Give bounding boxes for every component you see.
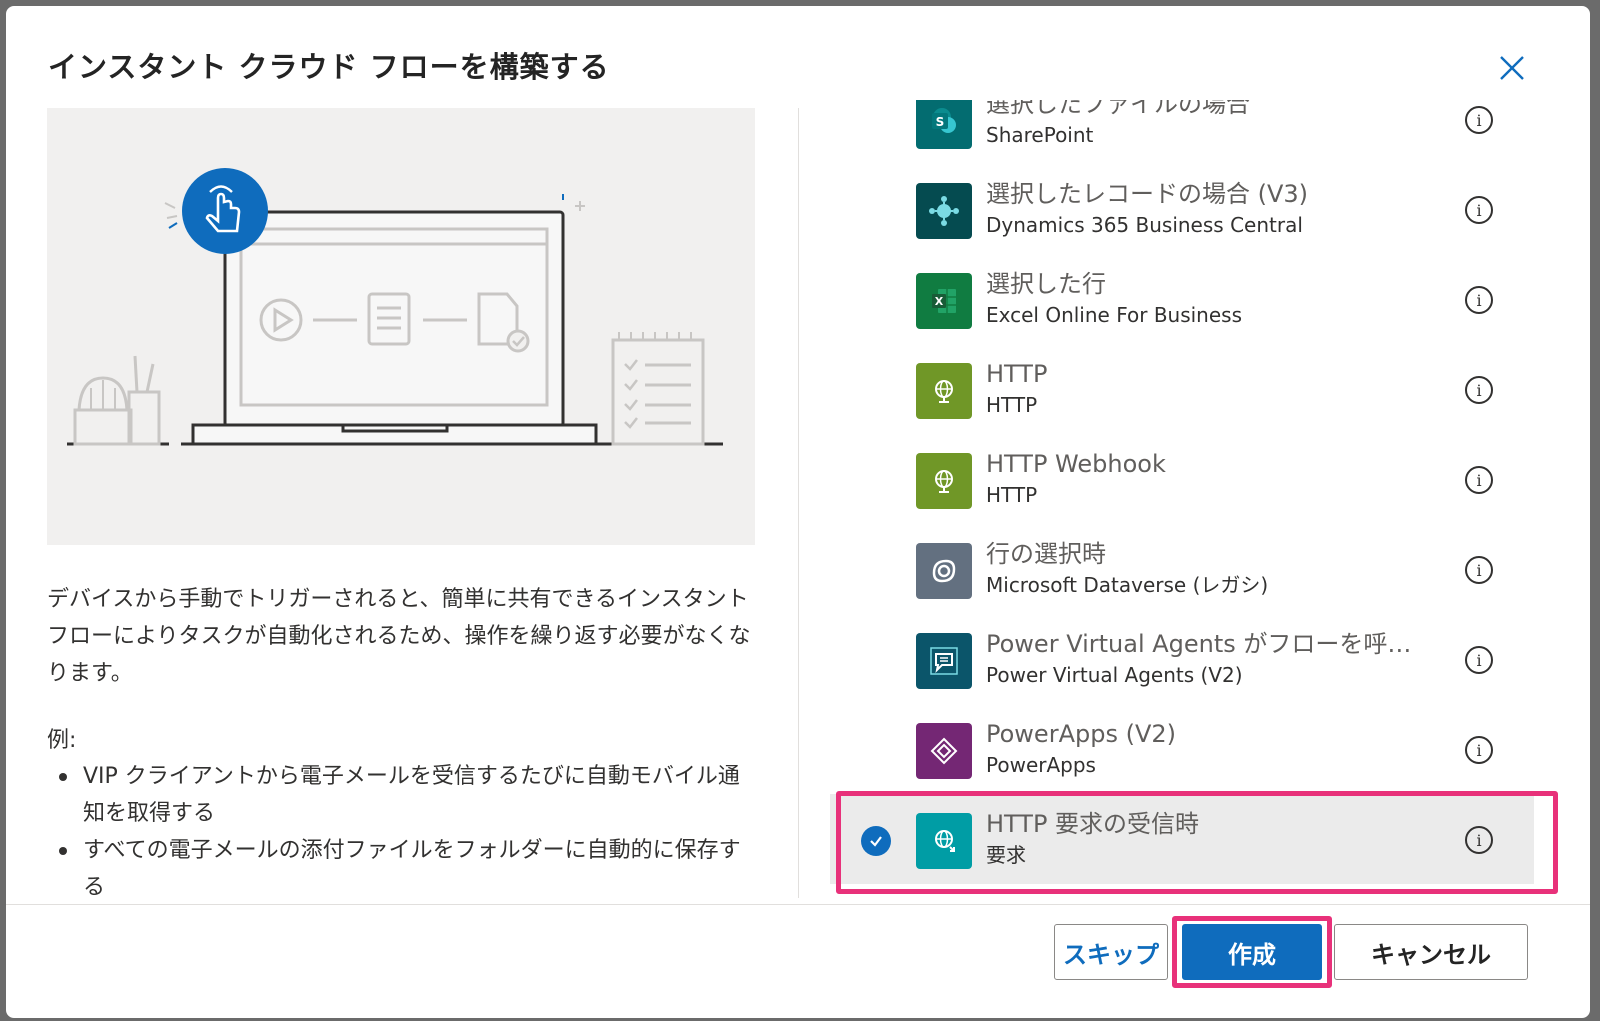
- trigger-option-sharepoint[interactable]: S 選択したファイルの場合 SharePoint i: [830, 100, 1534, 164]
- info-icon[interactable]: i: [1465, 556, 1493, 584]
- skip-button[interactable]: スキップ: [1054, 924, 1168, 980]
- trigger-name: HTTP: [986, 360, 1048, 388]
- trigger-list[interactable]: S 選択したファイルの場合 SharePoint i 選択したレコードの場合 (…: [814, 100, 1584, 900]
- trigger-name: 選択したファイルの場合: [986, 100, 1250, 118]
- info-icon[interactable]: i: [1465, 286, 1493, 314]
- laptop-illustration: [47, 108, 755, 545]
- request-icon: [916, 813, 972, 869]
- trigger-name: 選択したレコードの場合 (V3): [986, 180, 1309, 208]
- dataverse-icon: [916, 543, 972, 599]
- trigger-name: PowerApps (V2): [986, 720, 1176, 748]
- build-flow-dialog: インスタント クラウド フローを構築する デバイスから手動でトリガーされると、簡…: [6, 6, 1590, 1018]
- svg-text:S: S: [936, 115, 945, 129]
- trigger-connector: Excel Online For Business: [986, 303, 1243, 327]
- trigger-connector: 要求: [986, 843, 1026, 867]
- info-icon[interactable]: i: [1465, 646, 1493, 674]
- trigger-connector: HTTP: [986, 393, 1038, 417]
- dialog-title: インスタント クラウド フローを構築する: [48, 50, 610, 84]
- examples-label: 例:: [47, 728, 77, 753]
- checkmark-icon: [861, 826, 891, 856]
- cancel-button[interactable]: キャンセル: [1334, 924, 1528, 980]
- trigger-option-dynamics[interactable]: 選択したレコードの場合 (V3) Dynamics 365 Business C…: [830, 164, 1534, 254]
- trigger-connector: Microsoft Dataverse (レガシ): [986, 573, 1269, 597]
- trigger-name: HTTP 要求の受信時: [986, 810, 1200, 838]
- trigger-option-http-webhook[interactable]: HTTP Webhook HTTP i: [830, 434, 1534, 524]
- info-icon[interactable]: i: [1465, 106, 1493, 134]
- info-icon[interactable]: i: [1465, 736, 1493, 764]
- dynamics-icon: [916, 183, 972, 239]
- trigger-name: HTTP Webhook: [986, 450, 1166, 478]
- left-pane: デバイスから手動でトリガーされると、簡単に共有できるインスタント フローによりタ…: [47, 108, 755, 900]
- footer-divider: [6, 904, 1590, 905]
- info-icon[interactable]: i: [1465, 826, 1493, 854]
- trigger-option-power-virtual-agents[interactable]: Power Virtual Agents がフローを呼び... Power Vi…: [830, 614, 1534, 704]
- trigger-option-dataverse[interactable]: 行の選択時 Microsoft Dataverse (レガシ) i: [830, 524, 1534, 614]
- trigger-option-powerapps[interactable]: PowerApps (V2) PowerApps i: [830, 704, 1534, 794]
- examples-list: VIP クライアントから電子メールを受信するたびに自動モバイル通知を取得する す…: [47, 758, 755, 906]
- chat-icon: [916, 633, 972, 689]
- example-item: すべての電子メールの添付ファイルをフォルダーに自動的に保存する: [47, 832, 755, 906]
- flow-description: デバイスから手動でトリガーされると、簡単に共有できるインスタント フローによりタ…: [47, 587, 751, 686]
- trigger-name: Power Virtual Agents がフローを呼び...: [986, 630, 1426, 658]
- pane-divider: [798, 108, 799, 898]
- info-icon[interactable]: i: [1465, 466, 1493, 494]
- trigger-connector: PowerApps: [986, 753, 1096, 777]
- trigger-connector: Dynamics 365 Business Central: [986, 213, 1303, 237]
- sharepoint-icon: S: [916, 100, 972, 149]
- trigger-option-excel[interactable]: X 選択した行 Excel Online For Business i: [830, 254, 1534, 344]
- trigger-option-http-request[interactable]: HTTP 要求の受信時 要求 i: [830, 794, 1534, 884]
- globe-icon: [916, 363, 972, 419]
- globe-icon: [916, 453, 972, 509]
- trigger-connector: SharePoint: [986, 123, 1094, 147]
- close-button[interactable]: [1494, 50, 1530, 86]
- powerapps-icon: [916, 723, 972, 779]
- svg-text:X: X: [935, 295, 944, 308]
- info-icon[interactable]: i: [1465, 196, 1493, 224]
- trigger-connector: HTTP: [986, 483, 1038, 507]
- trigger-option-http[interactable]: HTTP HTTP i: [830, 344, 1534, 434]
- trigger-connector: Power Virtual Agents (V2): [986, 663, 1243, 687]
- info-icon[interactable]: i: [1465, 376, 1493, 404]
- close-icon: [1500, 56, 1524, 80]
- example-item: VIP クライアントから電子メールを受信するたびに自動モバイル通知を取得する: [47, 758, 755, 832]
- trigger-name: 行の選択時: [986, 540, 1106, 568]
- create-button[interactable]: 作成: [1182, 924, 1322, 980]
- trigger-name: 選択した行: [986, 270, 1106, 298]
- excel-icon: X: [916, 273, 972, 329]
